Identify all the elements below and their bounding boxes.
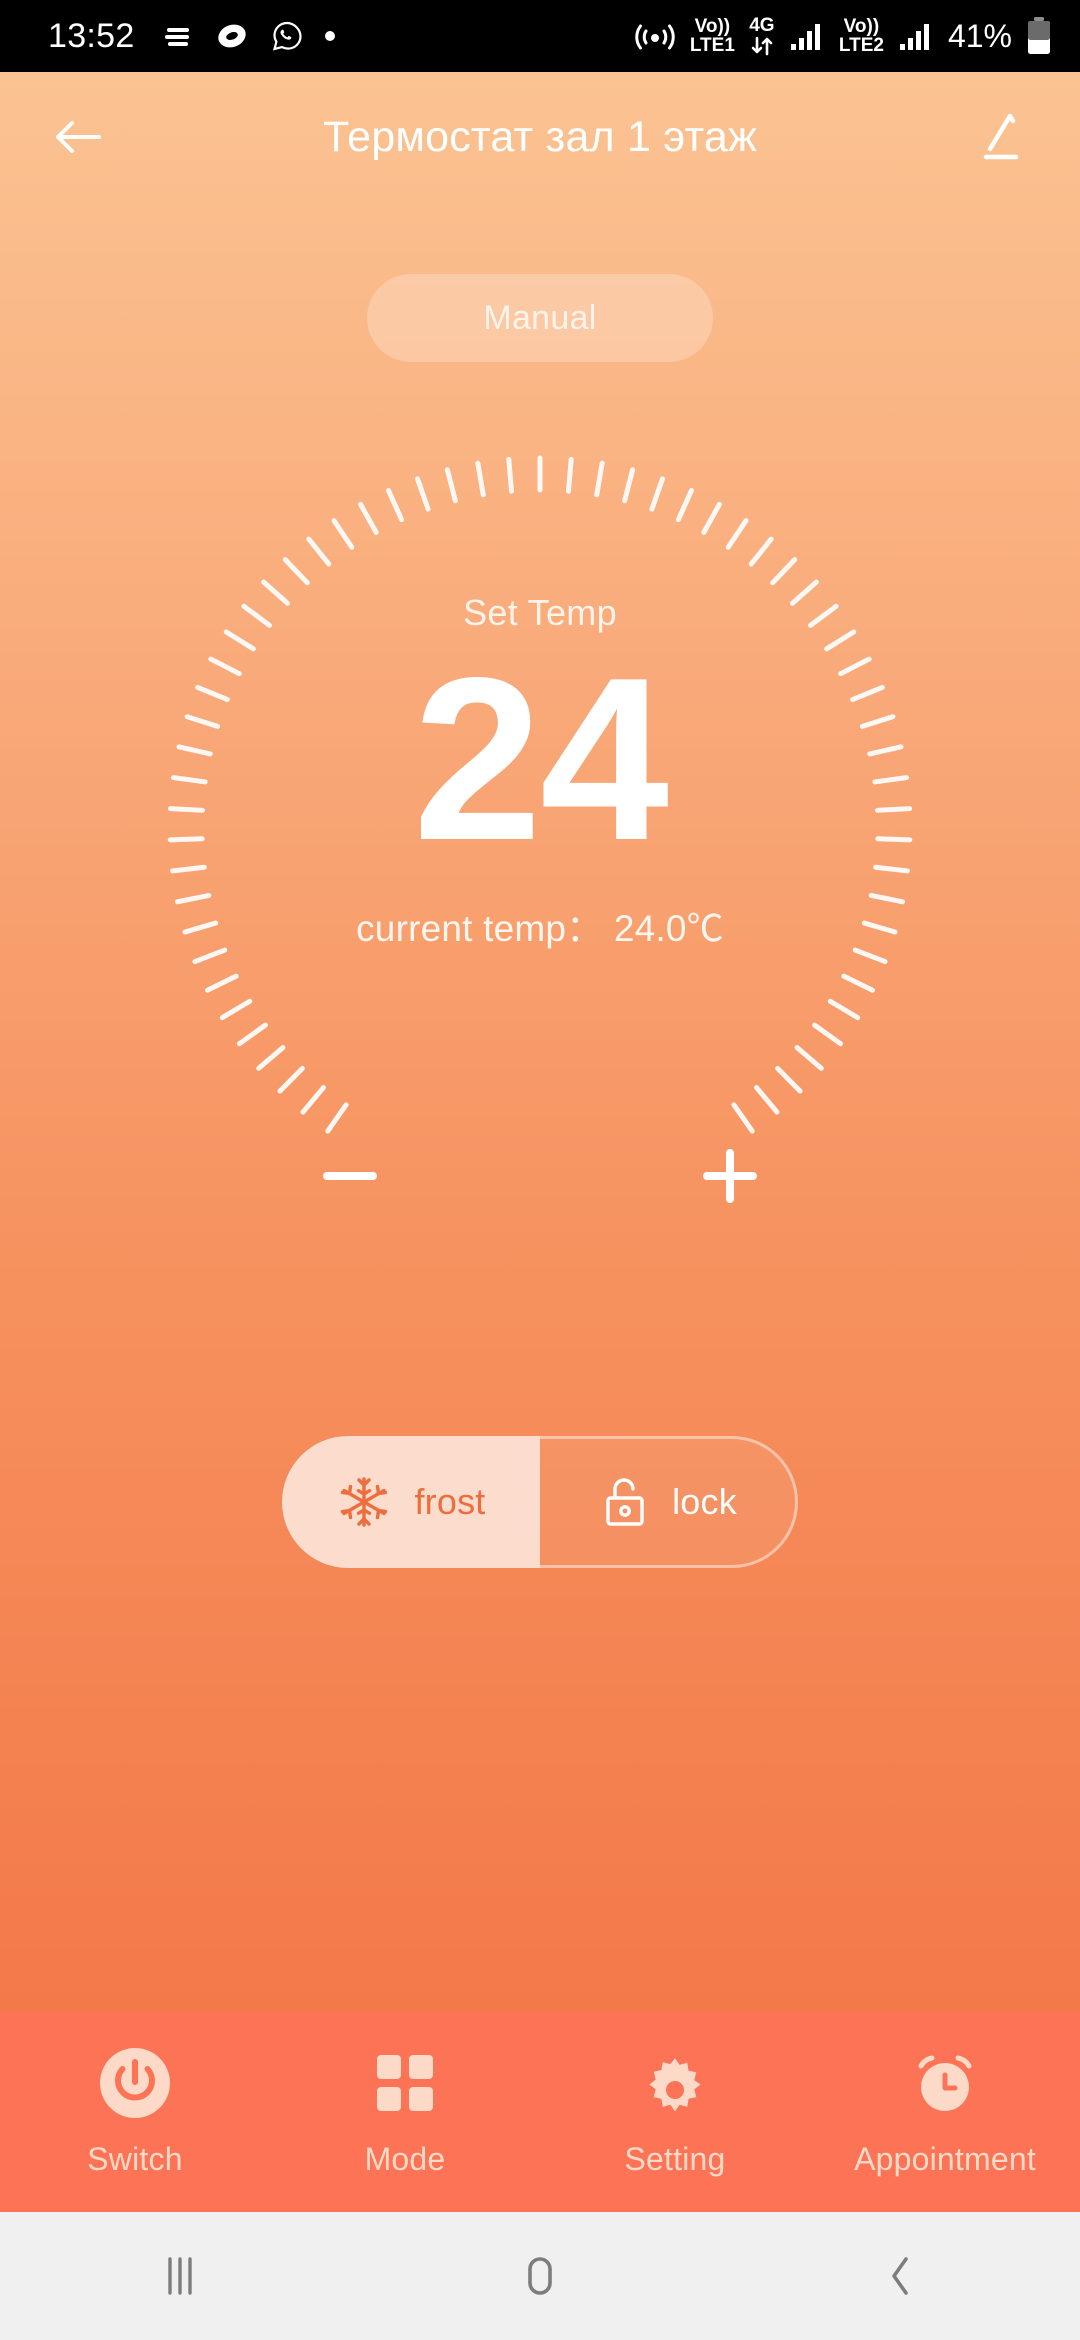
android-system-nav: [0, 2212, 1080, 2340]
pencil-icon: [983, 113, 1019, 160]
nav-item-mode[interactable]: Mode: [270, 2047, 540, 2178]
grid-squares-icon: [372, 2047, 438, 2119]
whatsapp-icon: [272, 21, 302, 51]
nav-label-mode: Mode: [364, 2140, 446, 2177]
thermostat-app-body: Термостат зал 1 этаж Manual Set Temp 24 …: [0, 72, 1080, 2212]
nav-item-switch[interactable]: Switch: [0, 2047, 270, 2178]
volte2-top-label: Vo)): [843, 15, 880, 37]
rounded-rect-icon: [528, 2257, 552, 2295]
plus-icon: [703, 1149, 757, 1203]
lock-toggle-label: lock: [672, 1481, 737, 1522]
lock-toggle-button[interactable]: lock: [540, 1436, 798, 1568]
gear-icon: [639, 2047, 711, 2119]
mode-pill-row: Manual: [0, 274, 1080, 362]
volte1-indicator: Vo)) LTE1: [689, 15, 735, 56]
nav-label-switch: Switch: [87, 2140, 183, 2177]
volte1-top-label: Vo)): [694, 15, 731, 37]
edit-device-button[interactable]: [962, 98, 1040, 176]
nav-item-setting[interactable]: Setting: [540, 2047, 810, 2178]
recents-button[interactable]: [0, 2253, 360, 2299]
status-bar-notification-icons: [163, 20, 335, 52]
phone-screen: 13:52 Vo)) LTE1 4G Vo)) LTE2 41% Термост…: [0, 0, 1080, 2340]
mode-pill-label: Manual: [483, 298, 597, 337]
menu-lines-icon: [164, 28, 189, 46]
frost-toggle-label: frost: [414, 1481, 486, 1522]
dot-indicator-icon: [324, 31, 335, 41]
power-icon: [98, 2047, 172, 2119]
temperature-dial[interactable]: Set Temp 24 current temp： 24.0℃: [160, 448, 920, 1208]
samsung-internet-icon: [217, 24, 246, 48]
app-bottom-nav: Switch Mode Setting Appointment: [0, 2012, 1080, 2212]
volte2-bottom-label: LTE2: [838, 35, 884, 56]
signal-bars-sim2-icon: [899, 24, 929, 50]
unlock-icon: [598, 1473, 650, 1531]
status-bar-system-icons: Vo)) LTE1 4G Vo)) LTE2 41%: [634, 16, 1052, 56]
nav-item-appointment[interactable]: Appointment: [810, 2047, 1080, 2178]
volte2-indicator: Vo)) LTE2: [838, 15, 884, 56]
network-type-indicator: 4G: [749, 16, 775, 55]
page-title: Термостат зал 1 этаж: [323, 112, 757, 161]
data-transfer-arrows-icon: [751, 36, 773, 55]
back-button[interactable]: [720, 2252, 1080, 2300]
chevron-left-icon: [892, 2257, 908, 2295]
hotspot-icon: [635, 24, 675, 50]
home-button[interactable]: [360, 2252, 720, 2300]
battery-percent-label: 41%: [947, 17, 1012, 54]
temperature-adjust-row: [160, 1124, 920, 1228]
snowflake-icon: [336, 1474, 392, 1530]
function-toggles-row: frost lock: [0, 1436, 1080, 1568]
frost-toggle-button[interactable]: frost: [282, 1436, 540, 1568]
nav-label-setting: Setting: [624, 2140, 726, 2177]
app-header: Термостат зал 1 этаж: [0, 72, 1080, 202]
network-type-label: 4G: [749, 15, 775, 37]
volte1-bottom-label: LTE1: [689, 35, 735, 56]
nav-label-appointment: Appointment: [854, 2140, 1036, 2177]
battery-icon: [1028, 17, 1050, 54]
three-bars-icon: [168, 2257, 192, 2295]
function-toggle-group: frost lock: [282, 1436, 798, 1568]
status-bar: 13:52 Vo)) LTE1 4G Vo)) LTE2 41%: [0, 0, 1080, 72]
alarm-clock-icon: [909, 2047, 981, 2119]
decrease-temperature-button[interactable]: [298, 1124, 402, 1228]
mode-pill-button[interactable]: Manual: [367, 274, 713, 362]
status-bar-clock: 13:52: [48, 16, 135, 55]
arrow-left-icon: [56, 121, 101, 153]
dial-tick-marks-icon: [167, 455, 913, 1134]
increase-temperature-button[interactable]: [678, 1124, 782, 1228]
minus-icon: [323, 1172, 377, 1180]
signal-bars-sim1-icon: [790, 24, 820, 50]
back-button[interactable]: [40, 98, 118, 176]
